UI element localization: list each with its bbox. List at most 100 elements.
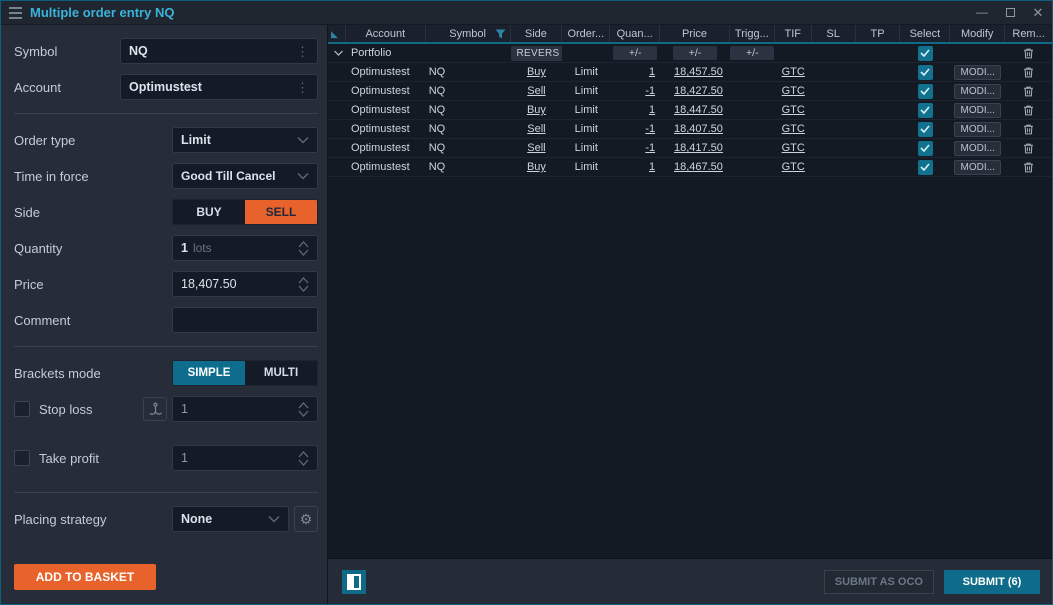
row-side-link[interactable]: Sell <box>527 142 545 154</box>
stop-loss-checkbox[interactable] <box>14 401 30 417</box>
simple-button[interactable]: SIMPLE <box>173 361 245 385</box>
row-side-link[interactable]: Sell <box>527 123 545 135</box>
column-header-price[interactable]: Price <box>660 25 730 42</box>
quantity-plus-minus-button[interactable]: +/- <box>613 46 657 60</box>
sort-corner-icon[interactable]: ◣ <box>328 25 346 42</box>
column-header-ordertype[interactable]: Order... <box>562 25 610 42</box>
row-price-link[interactable]: 18,457.50 <box>674 66 723 78</box>
row-price-link[interactable]: 18,447.50 <box>674 104 723 116</box>
reverse-button[interactable]: REVERS <box>511 46 563 61</box>
select-all-checkbox[interactable] <box>918 46 933 61</box>
take-profit-input[interactable]: 1 <box>172 445 318 471</box>
column-header-tif[interactable]: TIF <box>775 25 812 42</box>
row-select-checkbox[interactable] <box>918 122 933 137</box>
take-profit-checkbox[interactable] <box>14 450 30 466</box>
row-price-link[interactable]: 18,407.50 <box>674 123 723 135</box>
multi-button[interactable]: MULTI <box>245 361 317 385</box>
row-side-link[interactable]: Buy <box>527 161 546 173</box>
column-header-symbol[interactable]: Symbol <box>426 25 511 42</box>
trash-icon[interactable] <box>1022 47 1035 60</box>
buy-button[interactable]: BUY <box>173 200 245 224</box>
stepper-icon[interactable] <box>298 451 309 466</box>
column-header-modify[interactable]: Modify <box>950 25 1005 42</box>
column-header-side[interactable]: Side <box>511 25 563 42</box>
row-quantity-link[interactable]: -1 <box>645 123 655 135</box>
row-quantity-link[interactable]: -1 <box>645 85 655 97</box>
column-header-select[interactable]: Select <box>900 25 950 42</box>
table-row[interactable]: Optimustest NQ Sell Limit -1 18,427.50 G… <box>328 82 1052 101</box>
trash-icon[interactable] <box>1022 66 1035 79</box>
row-select-checkbox[interactable] <box>918 141 933 156</box>
placing-strategy-select[interactable]: None <box>172 506 289 532</box>
trash-icon[interactable] <box>1022 85 1035 98</box>
trash-icon[interactable] <box>1022 104 1035 117</box>
submit-button[interactable]: SUBMIT (6) <box>944 570 1040 594</box>
row-tif-link[interactable]: GTC <box>782 161 805 173</box>
row-price-link[interactable]: 18,427.50 <box>674 85 723 97</box>
row-modify-button[interactable]: MODI... <box>954 160 1000 175</box>
sell-button[interactable]: SELL <box>245 200 317 224</box>
column-header-tp[interactable]: TP <box>856 25 901 42</box>
stepper-icon[interactable] <box>298 241 309 256</box>
maximize-icon[interactable] <box>1004 7 1016 19</box>
close-icon[interactable]: ✕ <box>1032 7 1044 19</box>
row-price-link[interactable]: 18,417.50 <box>674 142 723 154</box>
table-row[interactable]: Optimustest NQ Sell Limit -1 18,407.50 G… <box>328 120 1052 139</box>
gear-icon[interactable]: ⚙ <box>294 506 318 532</box>
trash-icon[interactable] <box>1022 142 1035 155</box>
stop-loss-input[interactable]: 1 <box>172 396 318 422</box>
kebab-icon[interactable]: ⋮ <box>296 81 309 94</box>
column-header-account[interactable]: Account <box>346 25 426 42</box>
row-modify-button[interactable]: MODI... <box>954 141 1000 156</box>
row-side-link[interactable]: Sell <box>527 85 545 97</box>
symbol-input[interactable]: NQ ⋮ <box>120 38 318 64</box>
row-select-checkbox[interactable] <box>918 160 933 175</box>
trigger-plus-minus-button[interactable]: +/- <box>730 46 774 60</box>
comment-input[interactable] <box>172 307 318 333</box>
row-select-checkbox[interactable] <box>918 65 933 80</box>
row-tif-link[interactable]: GTC <box>782 142 805 154</box>
row-tif-link[interactable]: GTC <box>782 85 805 97</box>
order-type-select[interactable]: Limit <box>172 127 318 153</box>
row-select-checkbox[interactable] <box>918 103 933 118</box>
trash-icon[interactable] <box>1022 123 1035 136</box>
submit-as-oco-button[interactable]: SUBMIT AS OCO <box>824 570 934 594</box>
row-quantity-link[interactable]: -1 <box>645 142 655 154</box>
chevron-down-icon[interactable] <box>328 44 346 62</box>
column-header-quantity[interactable]: Quan... <box>610 25 660 42</box>
time-in-force-select[interactable]: Good Till Cancel <box>172 163 318 189</box>
account-input[interactable]: Optimustest ⋮ <box>120 74 318 100</box>
filter-icon[interactable] <box>495 29 506 42</box>
kebab-icon[interactable]: ⋮ <box>296 45 309 58</box>
panel-toggle-icon[interactable] <box>342 570 366 594</box>
row-select-checkbox[interactable] <box>918 84 933 99</box>
stepper-icon[interactable] <box>298 277 309 292</box>
row-tif-link[interactable]: GTC <box>782 104 805 116</box>
row-modify-button[interactable]: MODI... <box>954 122 1000 137</box>
column-header-trigger[interactable]: Trigg... <box>730 25 775 42</box>
row-tif-link[interactable]: GTC <box>782 123 805 135</box>
hook-icon[interactable] <box>143 397 167 421</box>
menu-icon[interactable] <box>9 7 22 19</box>
price-plus-minus-button[interactable]: +/- <box>673 46 717 60</box>
row-modify-button[interactable]: MODI... <box>954 65 1000 80</box>
table-row[interactable]: Optimustest NQ Buy Limit 1 18,467.50 GTC… <box>328 158 1052 177</box>
price-stepper[interactable]: 18,407.50 <box>172 271 318 297</box>
add-to-basket-button[interactable]: ADD TO BASKET <box>14 564 156 590</box>
row-quantity-link[interactable]: 1 <box>649 66 655 78</box>
stepper-icon[interactable] <box>298 402 309 417</box>
row-side-link[interactable]: Buy <box>527 66 546 78</box>
column-header-remove[interactable]: Rem... <box>1005 25 1052 42</box>
quantity-stepper[interactable]: 1 lots <box>172 235 318 261</box>
table-row[interactable]: Optimustest NQ Buy Limit 1 18,457.50 GTC… <box>328 63 1052 82</box>
row-side-link[interactable]: Buy <box>527 104 546 116</box>
row-tif-link[interactable]: GTC <box>782 66 805 78</box>
table-row[interactable]: Optimustest NQ Sell Limit -1 18,417.50 G… <box>328 139 1052 158</box>
trash-icon[interactable] <box>1022 161 1035 174</box>
row-quantity-link[interactable]: 1 <box>649 161 655 173</box>
row-price-link[interactable]: 18,467.50 <box>674 161 723 173</box>
row-modify-button[interactable]: MODI... <box>954 103 1000 118</box>
table-row[interactable]: Optimustest NQ Buy Limit 1 18,447.50 GTC… <box>328 101 1052 120</box>
minimize-icon[interactable]: — <box>976 7 988 19</box>
column-header-sl[interactable]: SL <box>812 25 856 42</box>
